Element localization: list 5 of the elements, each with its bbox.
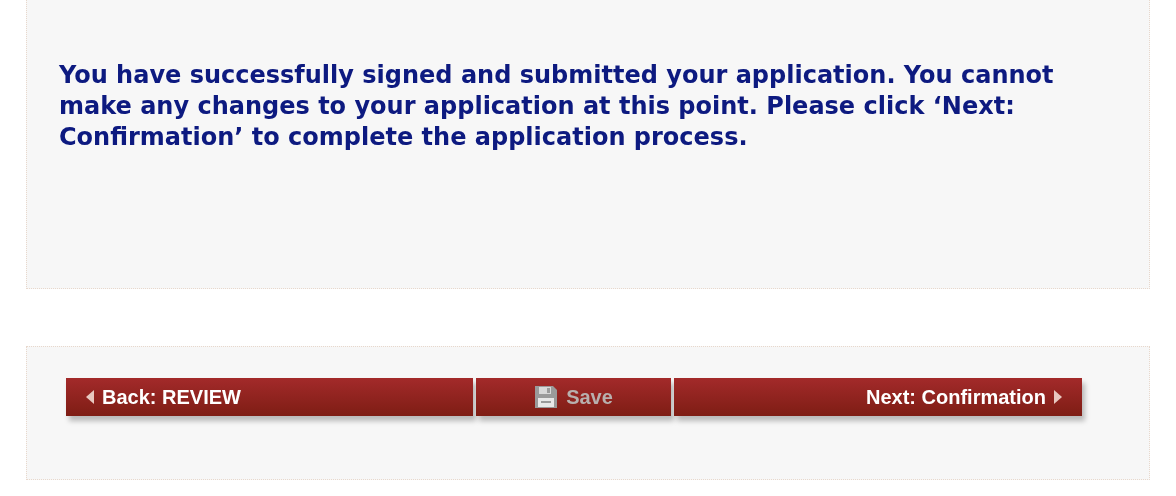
- confirmation-message: You have successfully signed and submitted your application. You cannot make any changes to your application at this point. Please click ‘Next: Confirmation’ to complete the application process.: [59, 60, 1055, 153]
- next-button[interactable]: Next: Confirmation: [674, 378, 1082, 416]
- back-button[interactable]: Back: REVIEW: [66, 378, 473, 416]
- left-arrow-icon: [86, 390, 94, 404]
- right-arrow-icon: [1054, 390, 1062, 404]
